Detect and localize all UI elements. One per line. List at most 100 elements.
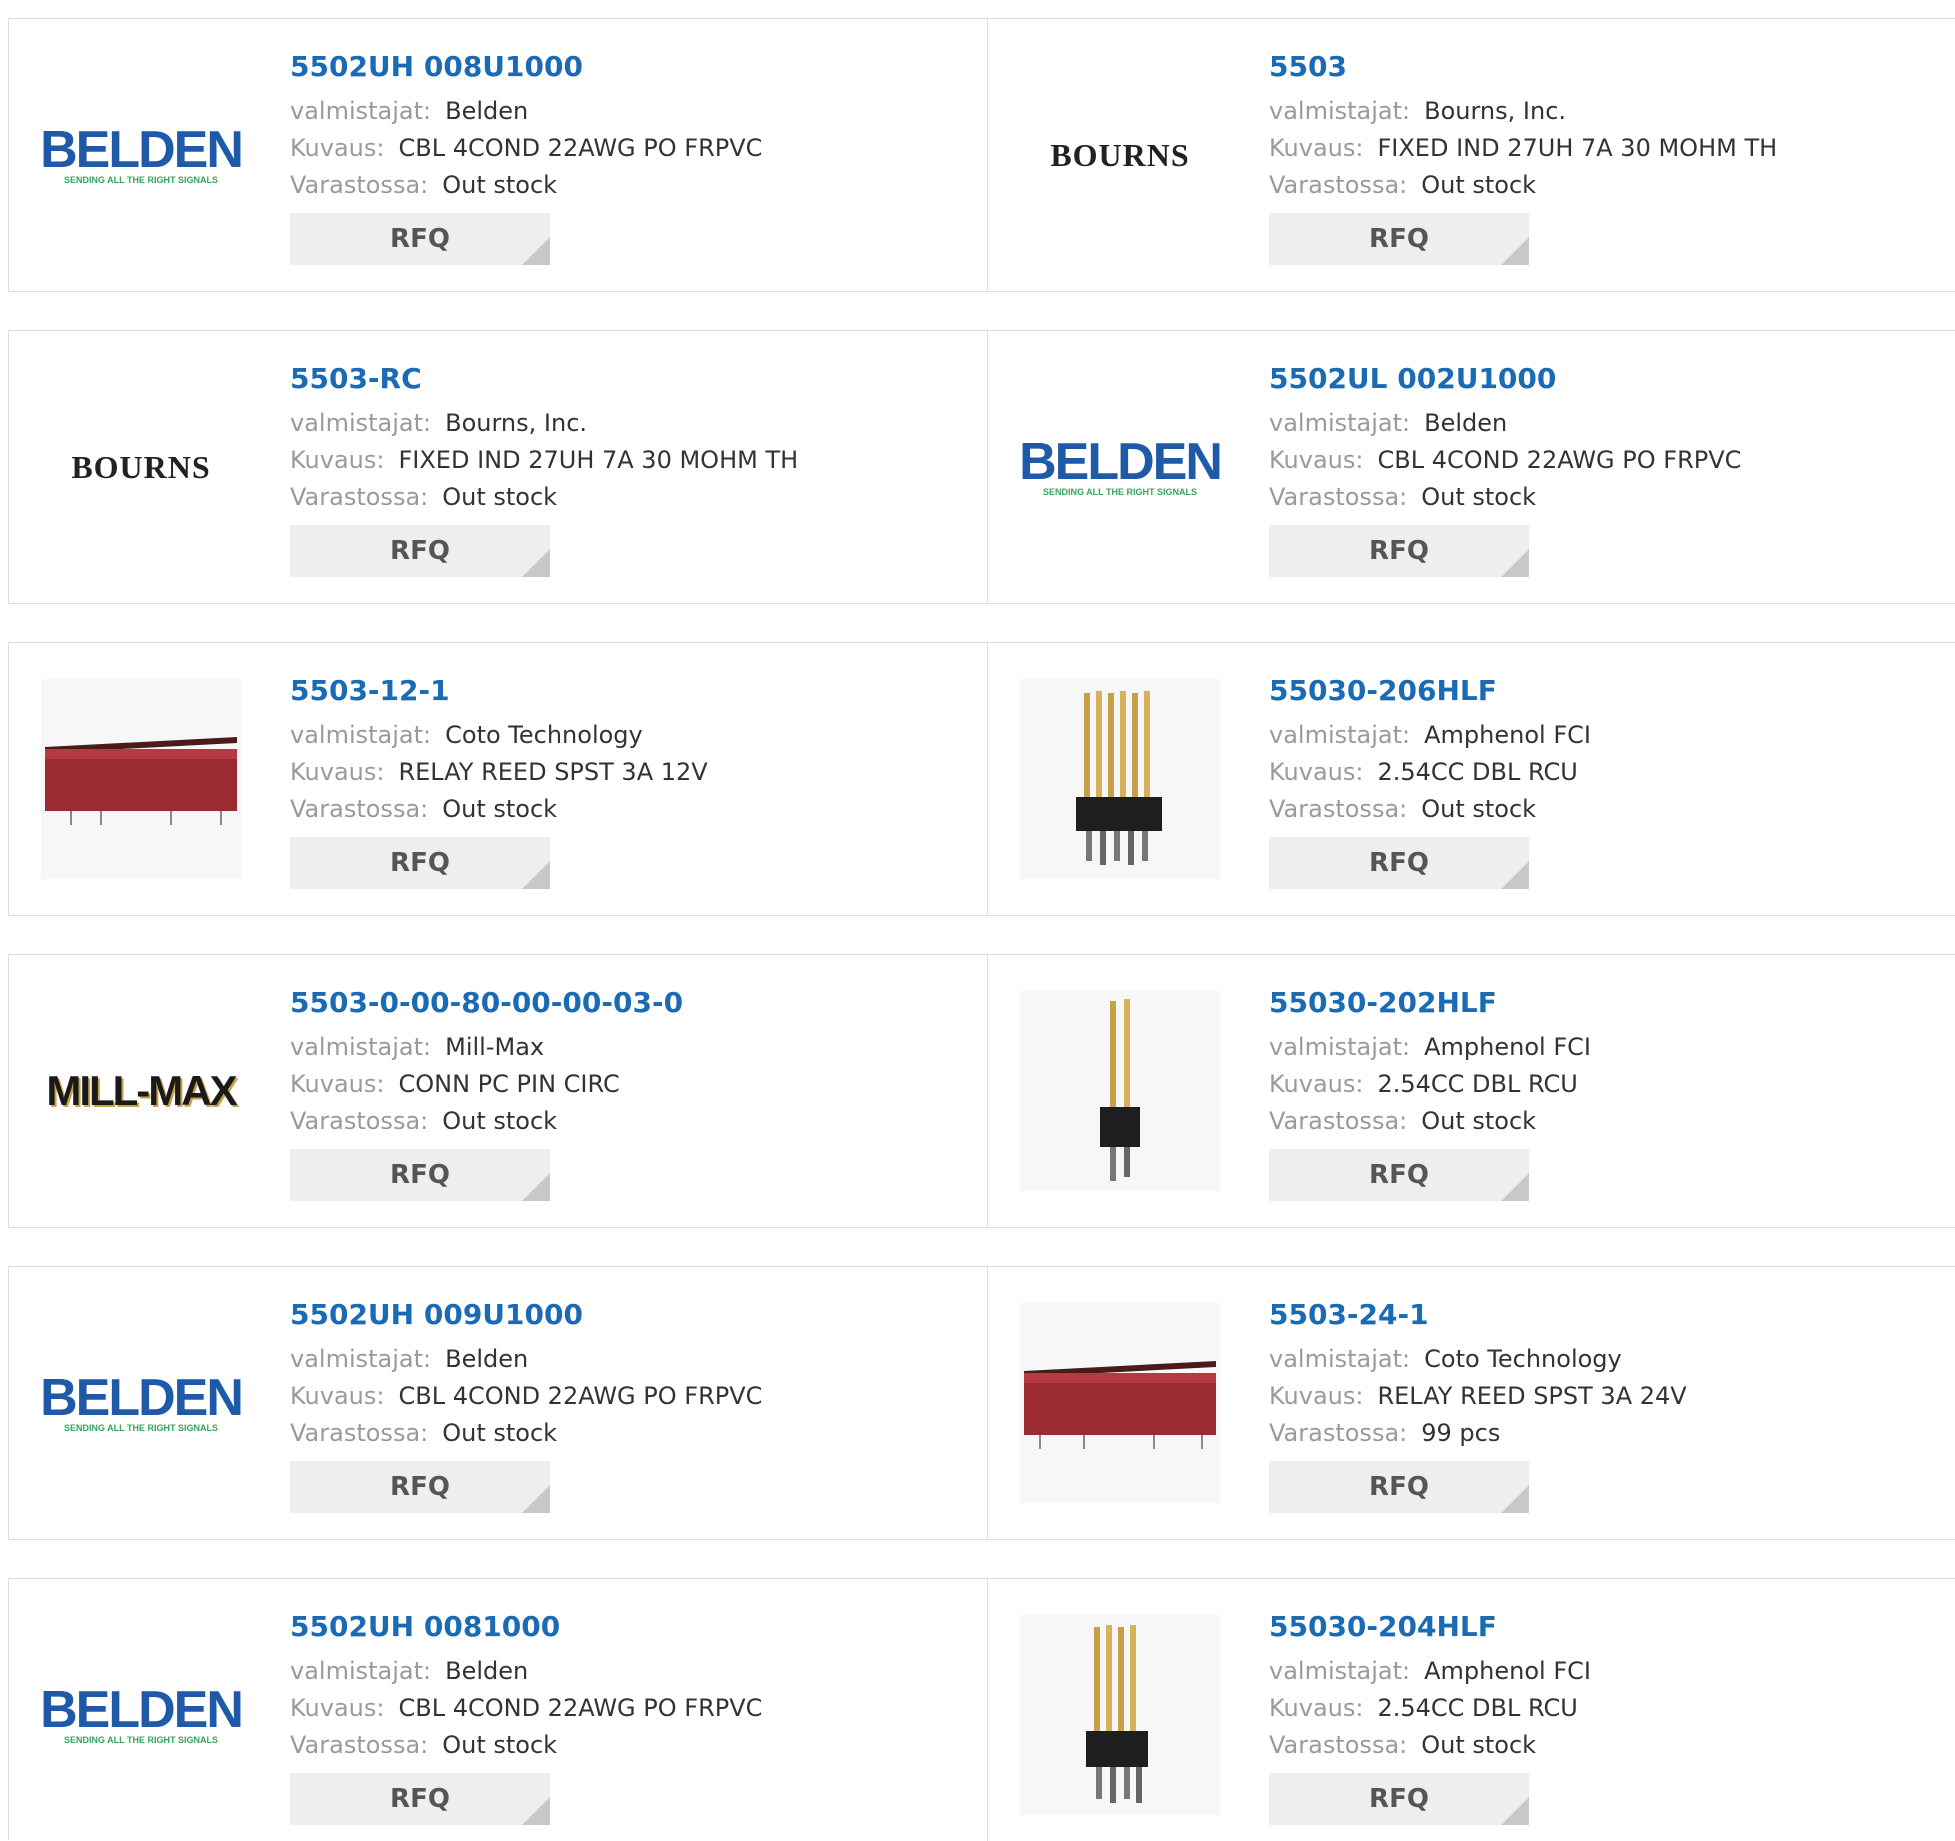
part-number-link[interactable]: 5502UH 008U1000 <box>290 49 950 85</box>
part-number-link[interactable]: 5503-RC <box>290 361 950 397</box>
belden-logo[interactable]: BELDEN SENDING ALL THE RIGHT SIGNALS <box>40 1303 244 1503</box>
pin-header-image <box>1020 991 1220 1191</box>
stock-value: Out stock <box>442 1419 558 1447</box>
belden-logo[interactable]: BELDEN SENDING ALL THE RIGHT SIGNALS <box>40 1615 244 1815</box>
description-label: Kuvaus: <box>1269 446 1364 474</box>
manufacturer-value: Amphenol FCI <box>1424 1657 1591 1685</box>
part-number-link[interactable]: 5503-0-00-80-00-00-03-0 <box>290 985 950 1021</box>
stock-label: Varastossa: <box>1269 483 1408 511</box>
stock-value: Out stock <box>1421 795 1537 823</box>
pin-header-6-photo[interactable] <box>1020 679 1220 879</box>
rfq-button[interactable]: RFQ <box>290 837 550 889</box>
belden-tagline: SENDING ALL THE RIGHT SIGNALS <box>64 1422 219 1433</box>
stock-value: Out stock <box>1421 483 1537 511</box>
stock-label: Varastossa: <box>1269 795 1408 823</box>
manufacturer-value: Belden <box>1424 409 1508 437</box>
description-label: Kuvaus: <box>1269 758 1364 786</box>
description-label: Kuvaus: <box>290 134 385 162</box>
corner-triangle-icon <box>522 861 550 889</box>
manufacturer-value: Belden <box>445 1657 529 1685</box>
description-label: Kuvaus: <box>1269 1070 1364 1098</box>
stock-label: Varastossa: <box>1269 171 1408 199</box>
part-number-link[interactable]: 5503 <box>1269 49 1929 85</box>
product-card: BELDEN SENDING ALL THE RIGHT SIGNALS 550… <box>9 19 988 291</box>
description-value: CONN PC PIN CIRC <box>398 1070 620 1098</box>
description-value: FIXED IND 27UH 7A 30 MOHM TH <box>398 446 799 474</box>
corner-triangle-icon <box>1501 237 1529 265</box>
rfq-button[interactable]: RFQ <box>290 1461 550 1513</box>
belden-logo[interactable]: BELDEN SENDING ALL THE RIGHT SIGNALS <box>1019 367 1223 567</box>
manufacturer-label: valmistajat: <box>1269 721 1411 749</box>
rfq-button[interactable]: RFQ <box>1269 1149 1529 1201</box>
part-number-link[interactable]: 5502UH 009U1000 <box>290 1297 950 1333</box>
product-card: 55030-204HLF valmistajat: Amphenol FCI Ku… <box>988 1579 1955 1841</box>
part-number-link[interactable]: 5503-12-1 <box>290 673 950 709</box>
part-number-link[interactable]: 55030-206HLF <box>1269 673 1929 709</box>
description-line: Kuvaus: RELAY REED SPST 3A 24V <box>1269 1378 1929 1415</box>
part-number-link[interactable]: 5503-24-1 <box>1269 1297 1929 1333</box>
manufacturer-label: valmistajat: <box>290 721 432 749</box>
bourns-logo[interactable]: BOURNS <box>41 367 241 567</box>
stock-line: Varastossa: Out stock <box>290 791 950 828</box>
rfq-button[interactable]: RFQ <box>1269 525 1529 577</box>
stock-value: Out stock <box>442 483 558 511</box>
manufacturer-line: valmistajat: Coto Technology <box>1269 1341 1929 1378</box>
part-number-link[interactable]: 5502UH 0081000 <box>290 1609 950 1645</box>
belden-logo-text: BELDEN <box>1019 432 1223 491</box>
description-label: Kuvaus: <box>1269 1382 1364 1410</box>
rfq-button[interactable]: RFQ <box>1269 1461 1529 1513</box>
pin-header-4-photo[interactable] <box>1020 1615 1220 1815</box>
rfq-button[interactable]: RFQ <box>290 525 550 577</box>
rfq-label: RFQ <box>390 848 450 878</box>
pin-header-2-photo[interactable] <box>1020 991 1220 1191</box>
manufacturer-value: Belden <box>445 97 529 125</box>
reed-relay-image <box>1020 1303 1220 1503</box>
rfq-button[interactable]: RFQ <box>1269 837 1529 889</box>
product-row: MILL-MAX 5503-0-00-80-00-00-03-0 valmist… <box>8 954 1955 1228</box>
manufacturer-label: valmistajat: <box>290 1033 432 1061</box>
product-card: BELDEN SENDING ALL THE RIGHT SIGNALS 550… <box>9 1579 988 1841</box>
rfq-button[interactable]: RFQ <box>290 1773 550 1825</box>
product-card: BELDEN SENDING ALL THE RIGHT SIGNALS 550… <box>988 331 1955 603</box>
product-row: BOURNS 5503-RC valmistajat: Bourns, Inc. … <box>8 330 1955 604</box>
manufacturer-line: valmistajat: Amphenol FCI <box>1269 1653 1929 1690</box>
manufacturer-line: valmistajat: Amphenol FCI <box>1269 1029 1929 1066</box>
description-label: Kuvaus: <box>1269 1694 1364 1722</box>
millmax-logo[interactable]: MILL-MAX <box>41 991 241 1191</box>
belden-tagline: SENDING ALL THE RIGHT SIGNALS <box>64 174 219 185</box>
bourns-logo[interactable]: BOURNS <box>1020 55 1220 255</box>
rfq-button[interactable]: RFQ <box>290 213 550 265</box>
part-number-link[interactable]: 5502UL 002U1000 <box>1269 361 1929 397</box>
corner-triangle-icon <box>1501 1173 1529 1201</box>
rfq-button[interactable]: RFQ <box>290 1149 550 1201</box>
reed-relay-photo[interactable] <box>41 679 241 879</box>
description-label: Kuvaus: <box>1269 134 1364 162</box>
corner-triangle-icon <box>1501 861 1529 889</box>
rfq-label: RFQ <box>390 1472 450 1502</box>
stock-line: Varastossa: Out stock <box>290 1415 950 1452</box>
product-card: MILL-MAX 5503-0-00-80-00-00-03-0 valmist… <box>9 955 988 1227</box>
rfq-button[interactable]: RFQ <box>1269 213 1529 265</box>
stock-line: Varastossa: Out stock <box>290 167 950 204</box>
corner-triangle-icon <box>1501 1797 1529 1825</box>
stock-line: Varastossa: Out stock <box>290 1103 950 1140</box>
part-number-link[interactable]: 55030-202HLF <box>1269 985 1929 1021</box>
manufacturer-line: valmistajat: Belden <box>1269 405 1929 442</box>
rfq-label: RFQ <box>1369 536 1429 566</box>
manufacturer-label: valmistajat: <box>1269 97 1411 125</box>
rfq-button[interactable]: RFQ <box>1269 1773 1529 1825</box>
stock-label: Varastossa: <box>1269 1107 1408 1135</box>
stock-value: 99 pcs <box>1421 1419 1501 1447</box>
bourns-logo-text: BOURNS <box>71 448 211 485</box>
product-row: BELDEN SENDING ALL THE RIGHT SIGNALS 550… <box>8 1266 1955 1540</box>
description-line: Kuvaus: 2.54CC DBL RCU <box>1269 754 1929 791</box>
description-line: Kuvaus: CBL 4COND 22AWG PO FRPVC <box>1269 442 1929 479</box>
rfq-label: RFQ <box>390 536 450 566</box>
reed-relay-photo[interactable] <box>1020 1303 1220 1503</box>
part-number-link[interactable]: 55030-204HLF <box>1269 1609 1929 1645</box>
belden-tagline: SENDING ALL THE RIGHT SIGNALS <box>64 1734 219 1745</box>
belden-logo[interactable]: BELDEN SENDING ALL THE RIGHT SIGNALS <box>40 55 244 255</box>
product-card: 55030-206HLF valmistajat: Amphenol FCI Ku… <box>988 643 1955 915</box>
manufacturer-value: Coto Technology <box>1424 1345 1622 1373</box>
rfq-label: RFQ <box>390 1160 450 1190</box>
